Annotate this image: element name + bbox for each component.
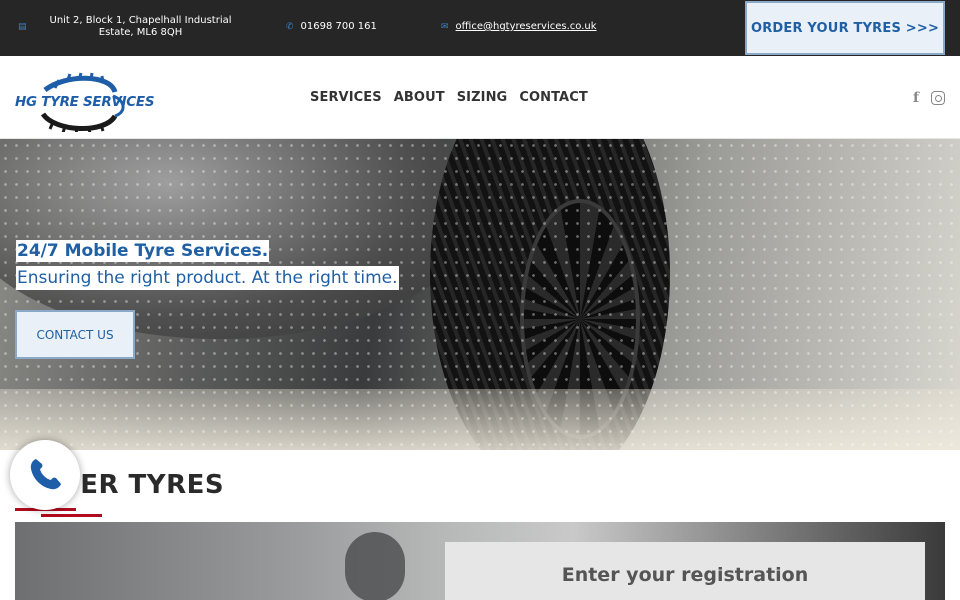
facebook-icon[interactable]: f — [913, 90, 919, 106]
phone-icon: ✆ — [286, 22, 294, 32]
top-bar: ▤ Unit 2, Block 1, Chapelhall Industrial… — [0, 0, 960, 56]
envelope-icon: ✉ — [441, 22, 449, 32]
map-icon: ▤ — [18, 22, 27, 32]
registration-input[interactable] — [445, 564, 925, 586]
logo-text: HG TYRE SERVICES — [15, 94, 155, 110]
address-text: Unit 2, Block 1, Chapelhall Industrial E… — [49, 15, 232, 38]
site-logo[interactable]: HG TYRE SERVICES — [15, 72, 155, 135]
call-button[interactable] — [10, 440, 80, 510]
phone-info[interactable]: ✆ 01698 700 161 — [286, 21, 377, 33]
hero-subheadline: Ensuring the right product. At the right… — [16, 266, 399, 290]
phone-icon — [30, 459, 61, 490]
nav-sizing[interactable]: SIZING — [457, 90, 508, 105]
phone-number[interactable]: 01698 700 161 — [301, 21, 377, 33]
heading-underline-offset — [41, 514, 102, 517]
hero-banner: 24/7 Mobile Tyre Services. Ensuring the … — [0, 139, 960, 450]
nav-services[interactable]: SERVICES — [310, 90, 382, 105]
instagram-icon[interactable] — [931, 91, 945, 105]
hero-headline: 24/7 Mobile Tyre Services. — [16, 240, 270, 262]
nav-contact[interactable]: CONTACT — [519, 90, 588, 105]
order-tyres-button[interactable]: ORDER YOUR TYRES >>> — [745, 1, 945, 55]
order-panel — [15, 522, 945, 600]
nav-about[interactable]: ABOUT — [394, 90, 445, 105]
site-header: HG TYRE SERVICES SERVICES ABOUT SIZING C… — [0, 56, 960, 139]
email-info[interactable]: ✉ office@hgtyreservices.co.uk — [441, 21, 597, 33]
email-link[interactable]: office@hgtyreservices.co.uk — [456, 21, 597, 33]
contact-us-button[interactable]: CONTACT US — [15, 310, 135, 359]
address-info: ▤ Unit 2, Block 1, Chapelhall Industrial… — [18, 15, 258, 39]
registration-box — [445, 542, 925, 600]
main-nav: SERVICES ABOUT SIZING CONTACT — [310, 90, 588, 105]
water-spray-image — [0, 139, 960, 450]
